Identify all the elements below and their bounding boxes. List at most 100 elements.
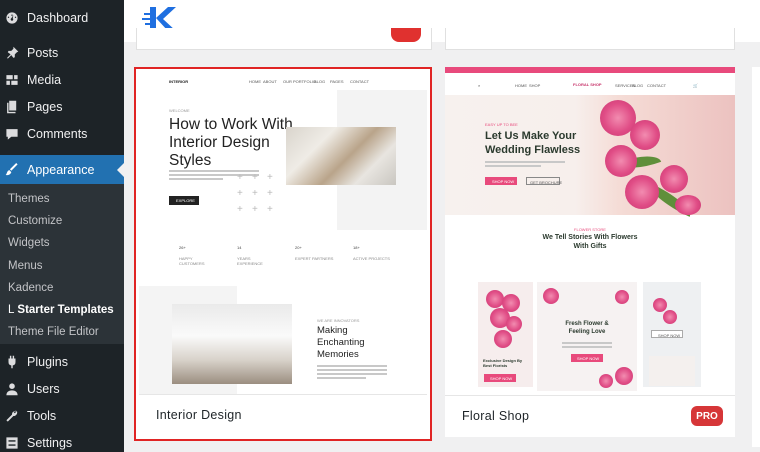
sidebar-item-label: Pages bbox=[27, 99, 63, 114]
decor-plus: + bbox=[237, 204, 243, 215]
preview-nav-item: CONTACT bbox=[647, 83, 667, 88]
tulip bbox=[615, 367, 633, 385]
tulip bbox=[543, 288, 559, 304]
stat-number: 14 bbox=[237, 245, 242, 250]
decor-plus: + bbox=[237, 188, 243, 199]
template-title: Interior Design bbox=[156, 408, 242, 422]
template-card-above[interactable] bbox=[445, 28, 735, 50]
submenu-item-theme-file-editor[interactable]: Theme File Editor bbox=[8, 326, 99, 338]
starter-templates-glyph: L bbox=[8, 304, 15, 316]
decor-plus: + bbox=[237, 172, 243, 183]
tulip bbox=[625, 175, 659, 209]
template-card-footer: Floral Shop PRO bbox=[445, 395, 735, 437]
tulip bbox=[494, 330, 512, 348]
dashboard-icon bbox=[5, 11, 19, 25]
wrench-icon bbox=[5, 409, 19, 423]
template-card-above[interactable] bbox=[136, 28, 432, 50]
stat-item: 14 YEARS EXPERIENCE bbox=[237, 245, 277, 266]
preview-topbar bbox=[445, 67, 735, 73]
stat-number: 20+ bbox=[295, 245, 302, 250]
preview-nav-item: OUR PORTFOLIO bbox=[283, 79, 317, 84]
stat-item: 18+ ACTIVE PROJECTS bbox=[353, 245, 393, 261]
tulip bbox=[486, 290, 504, 308]
tile-heading: Fresh Flower & Feeling Love bbox=[565, 321, 609, 335]
tile-text: Exclusive Design By Best Florists bbox=[483, 358, 523, 368]
sidebar-item-label: Users bbox=[27, 381, 60, 396]
section-eyebrow: WE ARE INNOVATORS bbox=[317, 318, 360, 323]
hero-brochure-button-label: GET BROCHURE bbox=[530, 179, 563, 185]
hero-eyebrow: WELCOME bbox=[169, 108, 190, 113]
section-body-text bbox=[317, 365, 387, 381]
preview-logo: INTERIOR bbox=[169, 79, 189, 84]
main-content: INTERIOR HOME ABOUT OUR PORTFOLIO BLOG P… bbox=[124, 0, 760, 452]
tile-button-label: SHOP NOW bbox=[658, 332, 681, 338]
preview-nav-item: SHOP bbox=[529, 83, 541, 88]
settings-icon bbox=[5, 436, 19, 450]
template-card-interior-design[interactable]: INTERIOR HOME ABOUT OUR PORTFOLIO BLOG P… bbox=[134, 67, 432, 441]
template-card-floral-shop[interactable]: ⌕ HOME SHOP FLORAL SHOP SERVICES BLOG CO… bbox=[445, 67, 735, 437]
section-heading: Making Enchanting Memories bbox=[317, 325, 365, 360]
user-icon bbox=[5, 382, 19, 396]
preview-nav-item: HOME bbox=[515, 83, 527, 88]
hero-image bbox=[286, 127, 396, 185]
hero-brochure-button: GET BROCHURE bbox=[526, 177, 563, 185]
sidebar-item-posts[interactable]: Posts bbox=[0, 39, 124, 66]
tile-button-label: SHOP NOW bbox=[577, 356, 600, 361]
cart-icon: 🛒 bbox=[693, 83, 698, 88]
tulip bbox=[599, 374, 613, 388]
stat-item: 26+ HAPPY CUSTOMERS bbox=[179, 245, 219, 266]
preview-nav-item: BLOG bbox=[314, 79, 326, 84]
sidebar-item-label: Dashboard bbox=[27, 10, 89, 25]
tulip bbox=[605, 145, 637, 177]
sidebar-item-settings[interactable]: Settings bbox=[0, 429, 124, 452]
tulip bbox=[653, 298, 667, 312]
sidebar-item-media[interactable]: Media bbox=[0, 66, 124, 93]
template-card-next[interactable] bbox=[752, 67, 760, 447]
tulip bbox=[675, 195, 701, 215]
template-title: Floral Shop bbox=[462, 409, 530, 423]
decor-plus: + bbox=[267, 188, 273, 199]
decor-plus: + bbox=[252, 188, 258, 199]
sidebar-item-comments[interactable]: Comments bbox=[0, 120, 124, 147]
tulip bbox=[615, 290, 629, 304]
pro-badge bbox=[391, 28, 421, 42]
preview-logo: FLORAL SHOP bbox=[573, 82, 602, 87]
decor-plus: + bbox=[267, 204, 273, 215]
decor-plus: + bbox=[252, 172, 258, 183]
submenu-item-kadence[interactable]: Kadence bbox=[8, 282, 53, 294]
preview-nav-item: HOME bbox=[249, 79, 261, 84]
submenu-item-starter-templates[interactable]: L Starter Templates bbox=[8, 304, 114, 316]
preview-nav-item: PAGES bbox=[330, 79, 344, 84]
pin-icon bbox=[5, 46, 19, 60]
decor-plus: + bbox=[267, 172, 273, 183]
sidebar-item-dashboard[interactable]: Dashboard bbox=[0, 4, 124, 31]
stat-label: ACTIVE PROJECTS bbox=[353, 256, 390, 261]
hero-heading: Let Us Make Your Wedding Flawless bbox=[485, 130, 581, 156]
pro-badge: PRO bbox=[691, 406, 723, 426]
stat-label: YEARS EXPERIENCE bbox=[237, 256, 263, 266]
tulip bbox=[630, 120, 660, 150]
sidebar-item-pages[interactable]: Pages bbox=[0, 93, 124, 120]
sidebar-item-tools[interactable]: Tools bbox=[0, 402, 124, 429]
bouquet-tile: Exclusive Design By Best Florists SHOP N… bbox=[478, 282, 533, 387]
sidebar-item-label: Media bbox=[27, 72, 62, 87]
preview-nav: INTERIOR HOME ABOUT OUR PORTFOLIO BLOG P… bbox=[139, 72, 427, 90]
hero-shop-button-label: SHOP NOW bbox=[492, 179, 515, 184]
sidebar-item-appearance[interactable]: Appearance bbox=[0, 155, 124, 185]
tile-button-label: SHOP NOW bbox=[490, 376, 513, 381]
submenu-item-menus[interactable]: Menus bbox=[8, 260, 43, 272]
submenu-item-customize[interactable]: Customize bbox=[8, 215, 62, 227]
media-icon bbox=[5, 73, 19, 87]
stat-number: 18+ bbox=[353, 245, 360, 250]
submenu-item-themes[interactable]: Themes bbox=[8, 193, 50, 205]
brush-icon bbox=[5, 163, 19, 177]
hero-button-label: EXPLORE bbox=[176, 198, 195, 203]
sidebar-item-users[interactable]: Users bbox=[0, 375, 124, 402]
submenu-item-widgets[interactable]: Widgets bbox=[8, 237, 50, 249]
section-heading: We Tell Stories With Flowers With Gifts bbox=[542, 234, 638, 250]
preview-nav-item: CONTACT bbox=[350, 79, 370, 84]
sidebar-item-label: Settings bbox=[27, 435, 73, 450]
plugin-icon bbox=[5, 355, 19, 369]
tile-button: SHOP NOW bbox=[571, 354, 603, 362]
sidebar-item-plugins[interactable]: Plugins bbox=[0, 348, 124, 375]
